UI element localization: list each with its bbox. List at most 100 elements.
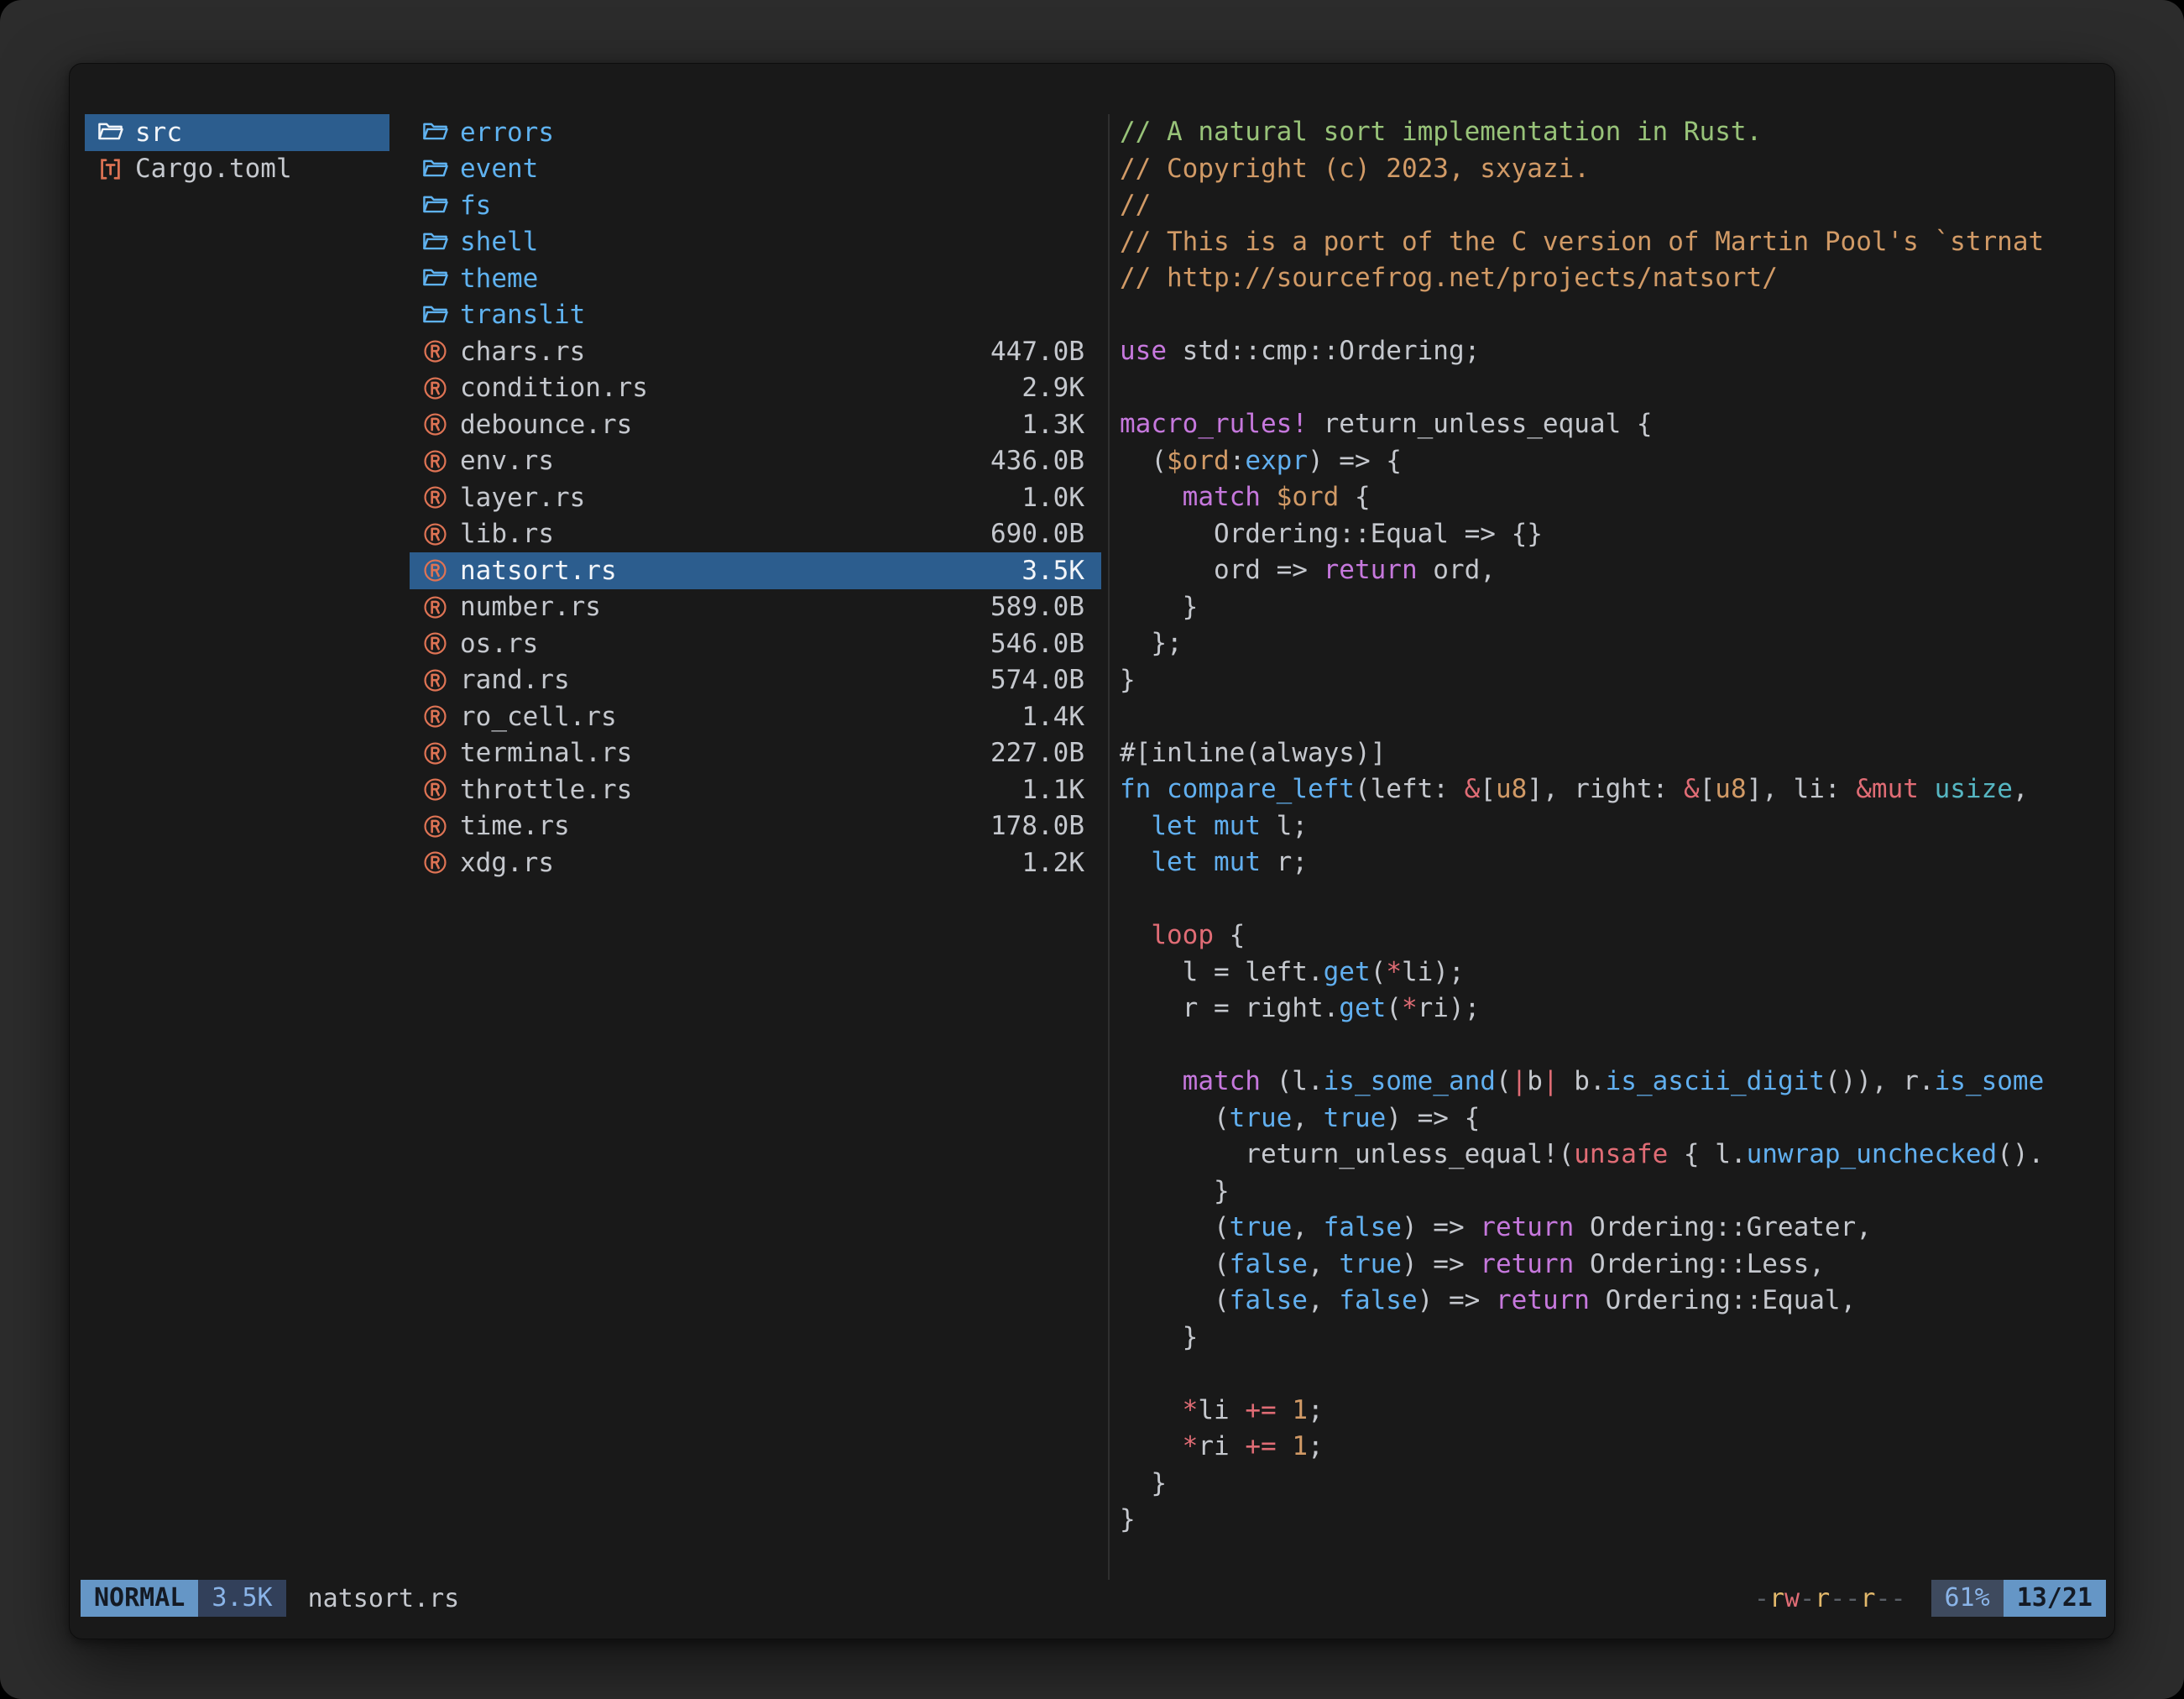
folder-icon <box>97 118 124 146</box>
file-row[interactable]: throttle.rs 1.1K <box>410 771 1101 808</box>
dir-row[interactable]: src <box>85 114 389 151</box>
file-size: 1.0K <box>1021 483 1084 513</box>
rust-icon <box>421 410 449 438</box>
code-line: #[inline(always)] <box>1120 735 2114 772</box>
file-size: 589.0B <box>990 592 1084 622</box>
code-line: *li += 1; <box>1120 1393 2114 1430</box>
rust-icon <box>421 557 449 584</box>
code-line: } <box>1120 1466 2114 1503</box>
file-name: src <box>135 118 373 148</box>
code-line: match (l.is_some_and(|b| b.is_ascii_digi… <box>1120 1064 2114 1100</box>
folder-icon <box>421 228 449 256</box>
size-badge: 3.5K <box>198 1580 285 1617</box>
mode-badge: NORMAL <box>81 1580 198 1617</box>
code-line <box>1120 370 2114 407</box>
code-line <box>1120 1356 2114 1393</box>
file-name: os.rs <box>460 629 980 659</box>
permissions-text: -rw-r--r-- <box>1754 1584 1906 1613</box>
file-name: env.rs <box>460 446 980 476</box>
file-name: theme <box>460 264 1084 294</box>
code-line: (true, false) => return Ordering::Greate… <box>1120 1210 2114 1247</box>
file-name: layer.rs <box>460 483 1011 513</box>
rust-icon <box>421 667 449 694</box>
file-row[interactable]: rand.rs574.0B <box>410 662 1101 699</box>
code-line <box>1120 881 2114 918</box>
rust-icon <box>421 447 449 475</box>
code-line: macro_rules! return_unless_equal { <box>1120 406 2114 443</box>
desktop-background: srcCargo.toml errors event fsshellthemetra… <box>0 0 2184 1699</box>
scroll-percent-badge: 61% <box>1931 1580 2004 1617</box>
file-name: condition.rs <box>460 373 1011 403</box>
code-line: l = left.get(*li); <box>1120 954 2114 991</box>
file-name: errors <box>460 118 1084 148</box>
dir-row[interactable]: event <box>410 151 1101 188</box>
file-name: ro_cell.rs <box>460 702 1011 732</box>
code-line: } <box>1120 662 2114 699</box>
code-line: // http://sourcefrog.net/projects/natsor… <box>1120 260 2114 297</box>
dir-row[interactable]: errors <box>410 114 1101 151</box>
code-line: } <box>1120 1320 2114 1357</box>
dir-row[interactable]: fs <box>410 187 1101 224</box>
file-row[interactable]: condition.rs2.9K <box>410 370 1101 407</box>
file-row[interactable]: Cargo.toml <box>85 151 389 188</box>
rust-icon <box>421 849 449 876</box>
code-line: // This is a port of the C version of Ma… <box>1120 224 2114 261</box>
dir-row[interactable]: translit <box>410 297 1101 334</box>
code-line: ($ord:expr) => { <box>1120 443 2114 480</box>
code-line <box>1120 1027 2114 1064</box>
rust-icon <box>421 374 449 402</box>
file-row[interactable]: lib.rs690.0B <box>410 516 1101 553</box>
file-row[interactable]: time.rs178.0B <box>410 808 1101 845</box>
code-line: (false, false) => return Ordering::Equal… <box>1120 1283 2114 1320</box>
code-line: // A natural sort implementation in Rust… <box>1120 114 2114 151</box>
file-name: xdg.rs <box>460 848 1011 878</box>
file-size: 1.1K <box>1021 775 1084 805</box>
rust-icon <box>421 337 449 365</box>
current-pane: errors event fsshellthemetranslitchars.rs 4… <box>410 114 1101 1580</box>
file-name: terminal.rs <box>460 738 980 768</box>
file-row[interactable]: terminal.rs227.0B <box>410 735 1101 772</box>
folder-icon <box>421 301 449 329</box>
dir-row[interactable]: theme <box>410 260 1101 297</box>
rust-icon <box>421 630 449 657</box>
file-name: time.rs <box>460 811 980 841</box>
code-line: ord => return ord, <box>1120 552 2114 589</box>
file-size: 546.0B <box>990 629 1084 659</box>
file-size: 447.0B <box>990 337 1084 367</box>
file-row[interactable]: natsort.rs3.5K <box>410 552 1101 589</box>
rust-icon <box>421 740 449 767</box>
file-name: event <box>460 154 1084 184</box>
code-line: match $ord { <box>1120 479 2114 516</box>
pane-separator <box>1108 114 1110 1580</box>
code-line: } <box>1120 1502 2114 1539</box>
file-name: chars.rs <box>460 337 980 367</box>
file-row[interactable]: env.rs436.0B <box>410 443 1101 480</box>
file-row[interactable]: chars.rs 447.0B <box>410 333 1101 370</box>
file-row[interactable]: ro_cell.rs1.4K <box>410 698 1101 735</box>
file-row[interactable]: os.rs 546.0B <box>410 625 1101 662</box>
file-row[interactable]: layer.rs 1.0K <box>410 479 1101 516</box>
code-line: loop { <box>1120 917 2114 954</box>
file-name: fs <box>460 191 1084 221</box>
folder-icon <box>421 191 449 219</box>
code-line: use std::cmp::Ordering; <box>1120 333 2114 370</box>
code-line: return_unless_equal!(unsafe { l.unwrap_u… <box>1120 1137 2114 1174</box>
file-name: lib.rs <box>460 519 980 549</box>
file-size: 1.3K <box>1021 410 1084 440</box>
dir-row[interactable]: shell <box>410 224 1101 261</box>
code-line: *ri += 1; <box>1120 1429 2114 1466</box>
yazi-content: srcCargo.toml errors event fsshellthemetra… <box>70 114 2114 1580</box>
code-line: fn compare_left(left: &[u8], right: &[u8… <box>1120 771 2114 808</box>
preview-pane: // A natural sort implementation in Rust… <box>1120 114 2114 1580</box>
code-line <box>1120 698 2114 735</box>
toml-icon <box>97 155 124 183</box>
code-line: } <box>1120 589 2114 626</box>
file-row[interactable]: debounce.rs1.3K <box>410 406 1101 443</box>
file-name: number.rs <box>460 592 980 622</box>
rust-icon <box>421 776 449 803</box>
file-row[interactable]: xdg.rs1.2K <box>410 844 1101 881</box>
folder-icon <box>421 264 449 292</box>
code-line: let mut l; <box>1120 808 2114 845</box>
file-row[interactable]: number.rs 589.0B <box>410 589 1101 626</box>
file-name: throttle.rs <box>460 775 1011 805</box>
